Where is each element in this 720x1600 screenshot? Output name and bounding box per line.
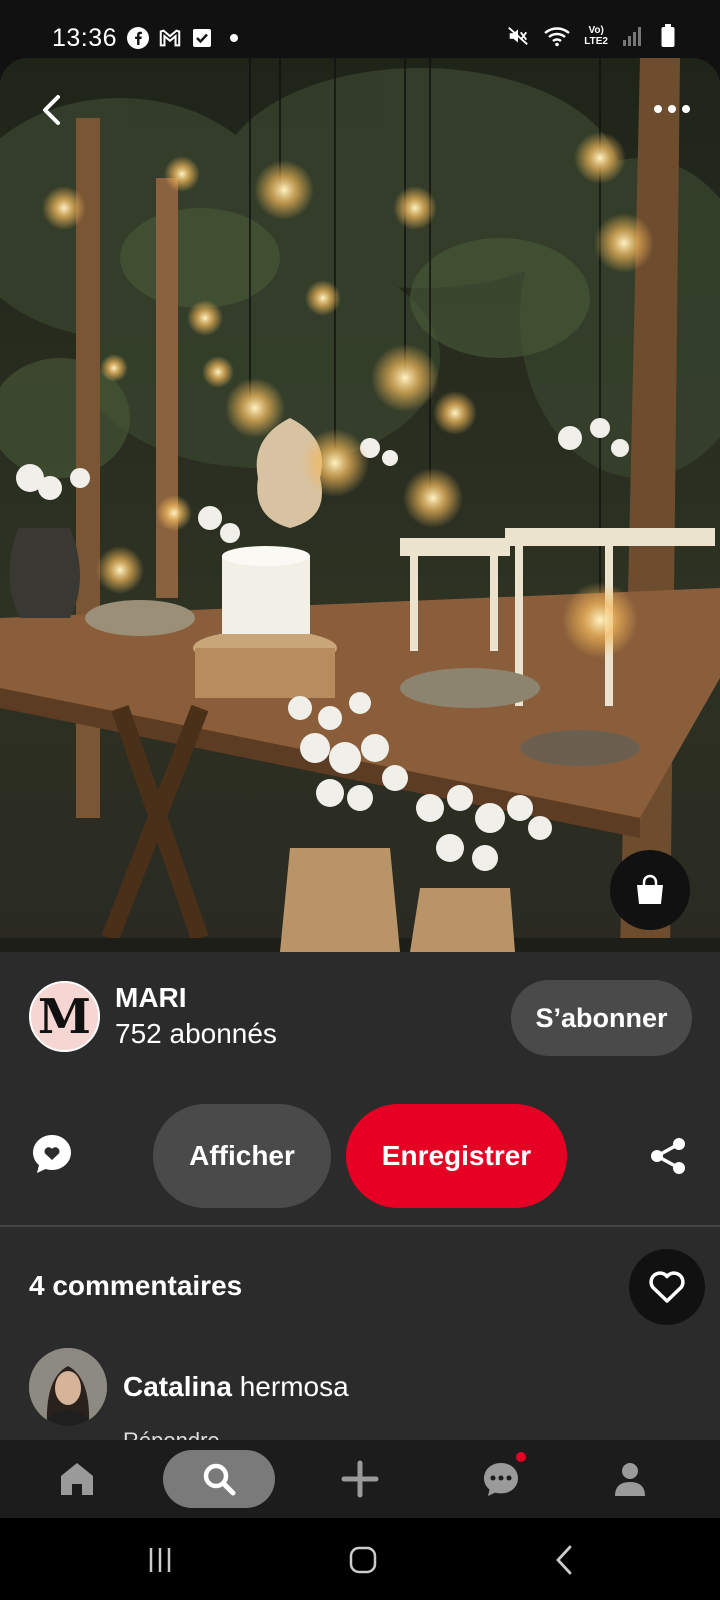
heart-icon xyxy=(649,1271,685,1303)
back-button[interactable] xyxy=(30,88,74,132)
nav-search[interactable] xyxy=(163,1450,275,1508)
nav-home[interactable] xyxy=(52,1454,102,1504)
search-icon xyxy=(203,1463,236,1496)
chevron-left-icon xyxy=(43,95,60,125)
comment-button[interactable] xyxy=(30,1132,74,1176)
comment-body: hermosa xyxy=(239,1371,349,1402)
subscribe-button[interactable]: S’abonner xyxy=(511,980,692,1056)
action-row: Afficher Enregistrer xyxy=(0,1100,720,1210)
notification-dot-icon xyxy=(230,34,238,42)
message-notification-dot xyxy=(516,1452,526,1462)
system-nav-bar xyxy=(0,1518,720,1600)
status-left-icons xyxy=(126,26,238,50)
chat-icon xyxy=(484,1463,518,1496)
gmail-icon xyxy=(158,26,182,50)
save-button[interactable]: Enregistrer xyxy=(346,1104,567,1208)
back-icon xyxy=(556,1545,572,1575)
creator-avatar-letter: M xyxy=(37,988,92,1045)
mute-icon xyxy=(506,24,530,48)
view-button[interactable]: Afficher xyxy=(153,1104,331,1208)
back-system-button[interactable] xyxy=(545,1542,585,1578)
more-options-button[interactable] xyxy=(648,94,696,124)
home-system-button[interactable] xyxy=(343,1542,383,1578)
share-button[interactable] xyxy=(648,1136,688,1176)
battery-icon xyxy=(656,24,680,48)
wifi-icon xyxy=(542,24,572,48)
nav-profile[interactable] xyxy=(605,1454,655,1504)
lte-line1: Vo) xyxy=(588,25,604,36)
creator-avatar[interactable]: M xyxy=(29,981,100,1052)
lte-line2: LTE2 xyxy=(584,36,608,47)
recents-icon xyxy=(149,1548,171,1572)
status-right-icons: Vo) LTE2 xyxy=(506,24,680,48)
comment-item: Catalina hermosa xyxy=(123,1371,349,1403)
pin-image[interactable] xyxy=(0,58,720,952)
comments-title[interactable]: 4 commentaires xyxy=(29,1270,242,1302)
bottom-nav xyxy=(0,1440,720,1518)
recents-button[interactable] xyxy=(140,1542,180,1578)
creator-name[interactable]: MARI xyxy=(115,982,187,1014)
more-icon xyxy=(654,105,662,113)
comment-heart-icon xyxy=(33,1135,71,1173)
comment-author[interactable]: Catalina xyxy=(123,1371,232,1402)
like-button[interactable] xyxy=(629,1249,705,1325)
comment-avatar[interactable] xyxy=(29,1348,107,1426)
shop-button[interactable] xyxy=(610,850,690,930)
status-time: 13:36 xyxy=(52,24,118,52)
pin-photo xyxy=(0,58,720,952)
more-icon xyxy=(682,105,690,113)
shopping-bag-icon xyxy=(637,874,663,904)
signal-icon xyxy=(620,24,644,48)
plus-icon xyxy=(341,1460,379,1498)
checkbox-icon xyxy=(190,26,214,50)
divider xyxy=(0,1225,720,1227)
nav-create[interactable] xyxy=(335,1454,385,1504)
more-icon xyxy=(668,105,676,113)
share-icon xyxy=(651,1138,685,1174)
facebook-icon xyxy=(126,26,150,50)
home-icon xyxy=(61,1463,93,1495)
lte-indicator: Vo) LTE2 xyxy=(584,25,608,47)
profile-icon xyxy=(615,1463,645,1496)
home-circle-icon xyxy=(349,1546,377,1574)
commenter-photo xyxy=(29,1348,107,1426)
creator-row: M MARI 752 abonnés S’abonner xyxy=(0,952,720,1062)
creator-followers: 752 abonnés xyxy=(115,1018,277,1049)
